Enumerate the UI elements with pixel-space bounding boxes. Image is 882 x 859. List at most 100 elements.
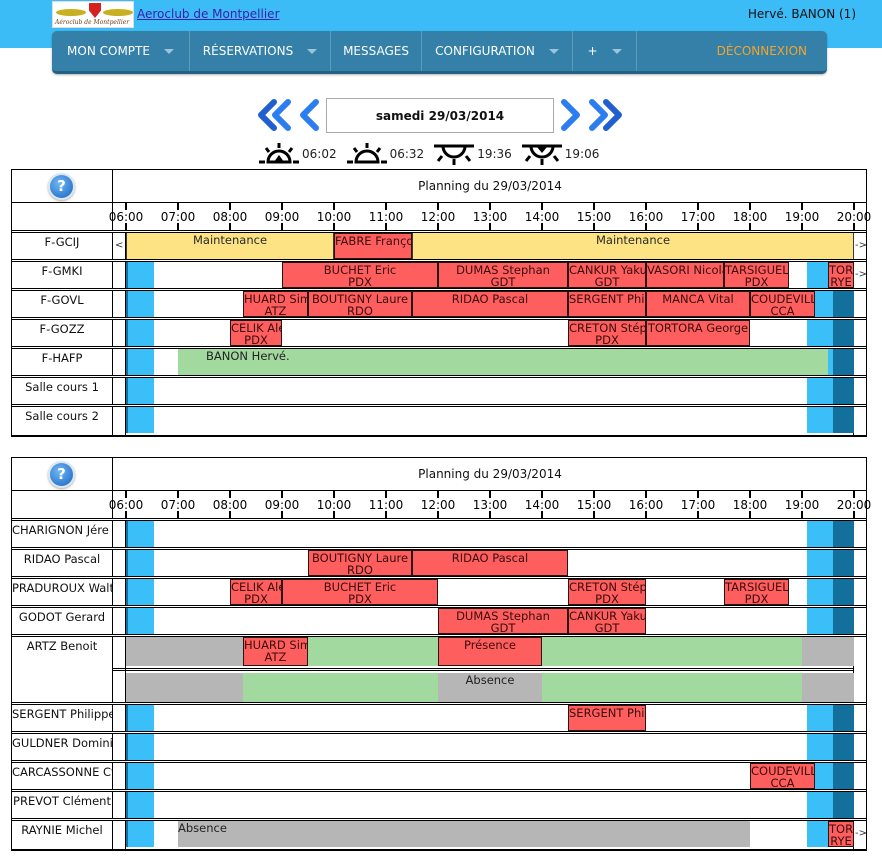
- row-label[interactable]: GODOT Gerard: [12, 608, 113, 634]
- row-timeline[interactable]: [126, 407, 854, 435]
- menu-plus[interactable]: +: [573, 31, 637, 71]
- reservation-block[interactable]: HUARD Sim ATZ: [243, 291, 308, 317]
- absence-block[interactable]: Absence: [178, 821, 750, 847]
- scale-tick-label: 14:00: [524, 210, 560, 224]
- row-label[interactable]: ARTZ Benoit: [12, 637, 113, 702]
- chevron-right-icon[interactable]: [558, 99, 582, 131]
- row-label[interactable]: CHARIGNON Jére: [12, 521, 113, 547]
- presence-block[interactable]: [542, 673, 802, 702]
- row-timeline[interactable]: Maintenance FABRE Franço Maintenance: [126, 233, 854, 259]
- day-start-marker: [126, 705, 128, 731]
- row-label[interactable]: F-GOZZ: [12, 320, 113, 346]
- row-timeline[interactable]: [126, 792, 854, 818]
- reservation-block[interactable]: CANKUR Yaku GDT: [568, 608, 646, 634]
- reservation-block[interactable]: CELIK Ale PDX: [230, 579, 282, 605]
- row-timeline[interactable]: BUCHET Eric PDX DUMAS Stephan GDT CANKUR Yak…: [126, 262, 854, 288]
- reservation-block[interactable]: SERGENT Phil: [568, 705, 646, 731]
- row-timeline[interactable]: CELIK Ale PDX BUCHET Eric PDX CRETON Stép PDX…: [126, 579, 854, 605]
- morning-twilight-band: [126, 763, 154, 789]
- reservation-block[interactable]: TARSIGUEL PDX: [724, 262, 789, 288]
- reservation-block[interactable]: COUDEVILL CCA: [750, 291, 815, 317]
- current-user[interactable]: Hervé. BANON (1): [748, 7, 856, 21]
- help-icon[interactable]: ?: [48, 461, 75, 488]
- reservation-block[interactable]: RIDAO Pascal: [412, 291, 568, 317]
- reservation-block[interactable]: DUMAS Stephan GDT: [438, 262, 568, 288]
- logout-button[interactable]: DÉCONNEXION: [637, 31, 827, 71]
- reservation-block[interactable]: TORTORA George: [646, 320, 750, 346]
- absence-block[interactable]: [802, 637, 854, 666]
- reservation-block[interactable]: BOUTIGNY Laure RDO: [308, 550, 412, 576]
- reservation-block[interactable]: BUCHET Eric PDX: [282, 579, 438, 605]
- presence-block[interactable]: [542, 637, 802, 666]
- row-timeline[interactable]: HUARD Sim ATZ BOUTIGNY Laure RDO RIDAO Pasca…: [126, 291, 854, 317]
- reservation-block[interactable]: RIDAO Pascal: [412, 550, 568, 576]
- row-label[interactable]: CARCASSONNE Cy: [12, 763, 113, 789]
- reservation-block[interactable]: COUDEVILL CCA: [750, 763, 815, 789]
- row-label[interactable]: Salle cours 2: [12, 407, 113, 435]
- menu-configuration[interactable]: CONFIGURATION: [422, 31, 573, 71]
- reservation-block[interactable]: TOR RYE: [828, 821, 854, 847]
- double-chevron-left-icon[interactable]: [258, 99, 294, 131]
- row-label[interactable]: F-HAFP: [12, 349, 113, 375]
- row-label[interactable]: F-GMKI: [12, 262, 113, 288]
- reservation-block[interactable]: VASORI Nicola: [646, 262, 724, 288]
- scroll-right-icon[interactable]: ->: [855, 240, 867, 251]
- reservation-block[interactable]: BUCHET Eric PDX: [282, 262, 438, 288]
- presence-block[interactable]: BANON Hervé.: [178, 349, 828, 375]
- row-label[interactable]: RAYNIE Michel: [12, 821, 113, 849]
- presence-block[interactable]: [243, 673, 438, 702]
- planning-row: PRADUROUX Walt CELIK Ale PDX BUCHET Eric PDX…: [12, 579, 866, 608]
- row-label[interactable]: SERGENT Philippe: [12, 705, 113, 731]
- reservation-block[interactable]: SERGENT Phil: [568, 291, 646, 317]
- row-timeline[interactable]: Absence TOR RYE: [126, 821, 854, 849]
- reservation-block[interactable]: CRETON Stép PDX: [568, 320, 646, 346]
- absence-block[interactable]: Absence: [438, 673, 542, 702]
- maintenance-block[interactable]: Maintenance: [412, 233, 854, 259]
- row-label[interactable]: Salle cours 1: [12, 378, 113, 404]
- double-chevron-right-icon[interactable]: [586, 99, 622, 131]
- absence-block[interactable]: [126, 673, 243, 702]
- maintenance-block[interactable]: Maintenance: [126, 233, 334, 259]
- absence-block[interactable]: [126, 637, 243, 666]
- reservation-block[interactable]: TARSIGUEL PDX: [724, 579, 789, 605]
- reservation-block[interactable]: CELIK Ale PDX: [230, 320, 282, 346]
- reservation-block[interactable]: MANCA Vital: [646, 291, 750, 317]
- row-timeline[interactable]: COUDEVILL CCA: [126, 763, 854, 789]
- row-timeline[interactable]: BOUTIGNY Laure RDO RIDAO Pascal: [126, 550, 854, 576]
- club-name-link[interactable]: Aeroclub de Montpellier: [137, 7, 280, 21]
- scroll-left-icon[interactable]: <: [115, 240, 123, 251]
- row-label[interactable]: PRADUROUX Walt: [12, 579, 113, 605]
- reservation-block[interactable]: BOUTIGNY Laure RDO: [308, 291, 412, 317]
- menu-messages[interactable]: MESSAGES: [331, 31, 422, 71]
- row-label[interactable]: GULDNER Domini: [12, 734, 113, 760]
- reservation-block[interactable]: DUMAS Stephan GDT: [438, 608, 568, 634]
- row-label[interactable]: F-GOVL: [12, 291, 113, 317]
- reservation-block[interactable]: FABRE Franço: [334, 233, 412, 259]
- reservation-block[interactable]: HUARD Sim ATZ: [243, 637, 308, 666]
- scroll-right-icon[interactable]: ->: [855, 828, 867, 839]
- reservation-block[interactable]: CANKUR Yaku GDT: [568, 262, 646, 288]
- row-label[interactable]: RIDAO Pascal: [12, 550, 113, 576]
- menu-mon-compte[interactable]: MON COMPTE: [52, 31, 190, 71]
- help-icon[interactable]: ?: [48, 173, 75, 200]
- row-timeline[interactable]: CELIK Ale PDX CRETON Stép PDX TORTORA George: [126, 320, 854, 346]
- row-label[interactable]: F-GCIJ: [12, 233, 113, 259]
- row-timeline[interactable]: [126, 734, 854, 760]
- row-label[interactable]: PREVOT Clément: [12, 792, 113, 818]
- presence-block[interactable]: [308, 637, 438, 666]
- row-timeline[interactable]: BANON Hervé.: [126, 349, 854, 375]
- row-timeline[interactable]: [126, 378, 854, 404]
- row-timeline[interactable]: SERGENT Phil: [126, 705, 854, 731]
- scroll-right-icon[interactable]: ->: [855, 269, 867, 280]
- reservation-block[interactable]: TOR RYE: [828, 262, 854, 288]
- club-logo[interactable]: Aéroclub de Montpellier: [52, 1, 134, 28]
- absence-block[interactable]: [802, 673, 854, 702]
- reservation-block[interactable]: Présence: [438, 637, 542, 666]
- current-date[interactable]: samedi 29/03/2014: [326, 98, 554, 133]
- row-timeline[interactable]: DUMAS Stephan GDT CANKUR Yaku GDT: [126, 608, 854, 634]
- row-timeline[interactable]: [126, 521, 854, 547]
- day-start-marker: [126, 734, 128, 760]
- menu-reservations[interactable]: RÉSERVATIONS: [190, 31, 331, 71]
- chevron-left-icon[interactable]: [298, 99, 322, 131]
- reservation-block[interactable]: CRETON Stép PDX: [568, 579, 646, 605]
